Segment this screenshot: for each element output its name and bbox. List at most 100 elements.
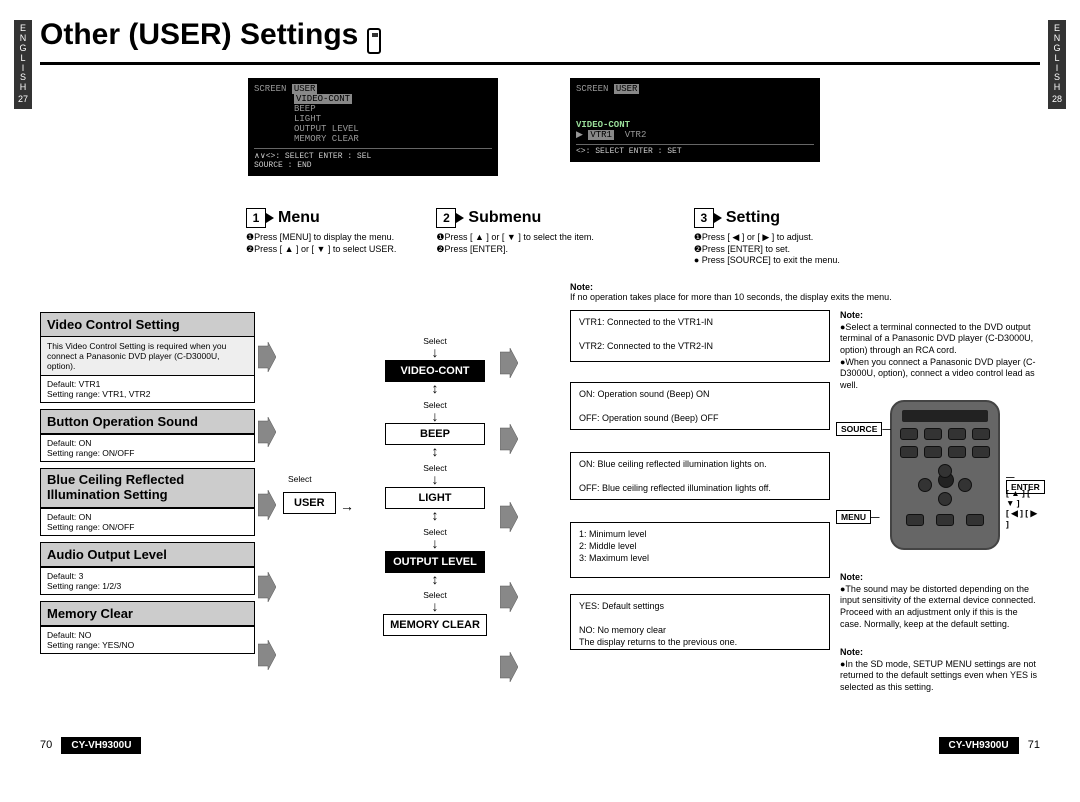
osd-screen-menu: SCREEN USER VIDEO-CONT BEEP LIGHT OUTPUT…: [248, 78, 498, 176]
detail-video: VTR1: Connected to the VTR1-IN VTR2: Con…: [570, 310, 830, 362]
flow-beep: BEEP: [385, 423, 485, 445]
note3-text: ●In the SD mode, SETUP MENU settings are…: [840, 659, 1037, 692]
updown-arrow-icon: ↕: [375, 511, 495, 521]
down-arrow-icon: ↓: [375, 602, 495, 612]
osd-item-beep: BEEP: [294, 104, 492, 114]
settings-column: Video Control Setting This Video Control…: [40, 312, 255, 660]
note-text: If no operation takes place for more tha…: [570, 292, 892, 302]
flow-video: VIDEO-CONT: [385, 360, 485, 382]
note2-block: Note: ●The sound may be distorted depend…: [840, 572, 1040, 630]
setting-output-title: Audio Output Level: [41, 543, 254, 567]
flow-arrow-icon: [258, 640, 276, 790]
side-num-left: 27: [16, 95, 30, 105]
step-body-setting: ❶Press [ ◀ ] or [ ▶ ] to adjust. ❷Press …: [694, 232, 840, 267]
setting-light-title: Blue Ceiling Reﬂected Illumination Setti…: [41, 469, 254, 508]
flow-user-box: USER: [283, 492, 336, 514]
footer-left: 70 CY-VH9300U: [40, 739, 141, 751]
note2-title: Note:: [840, 572, 863, 582]
note3-title: Note:: [840, 647, 863, 657]
note2-text: ●The sound may be distorted depending on…: [840, 584, 1036, 629]
setting-memory: Memory Clear Default: NO Setting range: …: [40, 601, 255, 654]
step-row: 1Menu ❶Press [MENU] to display the menu.…: [246, 208, 840, 267]
page-num-right: 71: [1028, 739, 1040, 751]
flow-column: Select ↓ VIDEO-CONT ↕ Select ↓ BEEP ↕ Se…: [375, 330, 495, 636]
step-menu: 1Menu ❶Press [MENU] to display the menu.…: [246, 208, 396, 255]
note-row: Note: If no operation takes place for mo…: [570, 282, 1030, 302]
osd-item-output: OUTPUT LEVEL: [294, 124, 492, 134]
step-setting: 3Setting ❶Press [ ◀ ] or [ ▶ ] to adjust…: [694, 208, 840, 267]
arrow-icon: [456, 213, 464, 223]
arrow-icon: [266, 213, 274, 223]
updown-arrow-icon: ↕: [375, 384, 495, 394]
right-extra: Note: ●Select a terminal connected to th…: [840, 310, 1040, 392]
lang-tab-left: E N G L I S H 27: [14, 20, 32, 109]
note3-block: Note: ●In the SD mode, SETUP MENU settin…: [840, 647, 1040, 694]
osd-item-light: LIGHT: [294, 114, 492, 124]
flow-arrow-icon: [500, 652, 518, 802]
footer-right: CY-VH9300U 71: [939, 739, 1040, 751]
detail-memory: YES: Default settings NO: No memory clea…: [570, 594, 830, 650]
osd2-vtr1: VTR1: [588, 130, 614, 140]
step-num-1: 1: [246, 208, 266, 228]
step-title-submenu: Submenu: [468, 209, 541, 227]
setting-output: Audio Output Level Default: 3 Setting ra…: [40, 542, 255, 595]
step-title-setting: Setting: [726, 209, 780, 227]
setting-video-meta: Default: VTR1 Setting range: VTR1, VTR2: [41, 375, 254, 402]
note-label: Note:: [570, 282, 593, 292]
setting-memory-meta: Default: NO Setting range: YES/NO: [41, 626, 254, 653]
updown-arrow-icon: ↕: [375, 447, 495, 457]
setting-beep: Button Operation Sound Default: ON Setti…: [40, 409, 255, 462]
osd2-tab-screen: SCREEN: [576, 84, 608, 94]
detail-beep: ON: Operation sound (Beep) ON OFF: Opera…: [570, 382, 830, 430]
flow-memory: MEMORY CLEAR: [383, 614, 487, 636]
osd2-label: VIDEO-CONT: [576, 120, 814, 130]
flow-output: OUTPUT LEVEL: [385, 551, 485, 573]
osd-tab-screen: SCREEN: [254, 84, 286, 94]
setting-video-title: Video Control Setting: [41, 313, 254, 337]
remote-icon: [367, 28, 381, 54]
down-arrow-icon: ↓: [375, 412, 495, 422]
remote-control-icon: [890, 400, 1000, 550]
step-body-submenu: ❶Press [ ▲ ] or [ ▼ ] to select the item…: [436, 232, 593, 255]
osd2-vtr2: VTR2: [625, 130, 647, 140]
updown-arrow-icon: ↕: [375, 575, 495, 585]
title-bar: Other (USER) Settings: [40, 18, 1040, 65]
content-area: SCREEN USER VIDEO-CONT BEEP LIGHT OUTPUT…: [40, 72, 1040, 733]
page-num-left: 70: [40, 739, 52, 751]
detail-light: ON: Blue ceiling reﬂected illumination l…: [570, 452, 830, 500]
setting-output-meta: Default: 3 Setting range: 1/2/3: [41, 567, 254, 594]
down-arrow-icon: ↓: [375, 475, 495, 485]
setting-video-desc: This Video Control Setting is required w…: [41, 337, 254, 375]
down-arrow-icon: ↓: [375, 348, 495, 358]
arrow-icon: [714, 213, 722, 223]
flow-light: LIGHT: [385, 487, 485, 509]
remote-label-source: SOURCE—: [836, 424, 891, 434]
down-arrow-icon: ↓: [375, 539, 495, 549]
setting-memory-title: Memory Clear: [41, 602, 254, 626]
model-badge-left: CY-VH9300U: [61, 737, 141, 754]
side-num-right: 28: [1050, 95, 1064, 105]
model-badge-right: CY-VH9300U: [939, 737, 1019, 754]
step-num-2: 2: [436, 208, 456, 228]
remote-label-arrows: [ ▲ ] [ ▼ ] [ ◀ ] [ ▶ ]: [1006, 488, 1040, 529]
details-column: VTR1: Connected to the VTR1-IN VTR2: Con…: [570, 310, 830, 656]
setting-beep-title: Button Operation Sound: [41, 410, 254, 434]
setting-light: Blue Ceiling Reﬂected Illumination Setti…: [40, 468, 255, 536]
osd-caption-left: ∧∨<>: SELECT ENTER : SEL SOURCE : END: [254, 148, 492, 170]
right-arrow-icon: →: [340, 498, 354, 514]
note1-text: ●Select a terminal connected to the DVD …: [840, 322, 1040, 392]
step-title-menu: Menu: [278, 209, 320, 227]
step-submenu: 2 Submenu ❶Press [ ▲ ] or [ ▼ ] to select…: [436, 208, 593, 255]
setting-video: Video Control Setting This Video Control…: [40, 312, 255, 403]
setting-light-meta: Default: ON Setting range: ON/OFF: [41, 508, 254, 535]
page-title: Other (USER) Settings: [40, 18, 358, 52]
osd-item-memory: MEMORY CLEAR: [294, 134, 492, 144]
osd-screen-setting: SCREEN USER VIDEO-CONT ▶ VTR1 VTR2 <>: S…: [570, 78, 820, 162]
osd-caption-right: <>: SELECT ENTER : SET: [576, 144, 814, 156]
note1-title: Note:: [840, 310, 863, 320]
setting-beep-meta: Default: ON Setting range: ON/OFF: [41, 434, 254, 461]
lang-left: E N G L I S H: [16, 24, 30, 93]
detail-output: 1: Minimum level 2: Middle level 3: Maxi…: [570, 522, 830, 578]
osd-item-video: VIDEO-CONT: [294, 94, 352, 104]
user-select-label: Select: [288, 474, 312, 484]
